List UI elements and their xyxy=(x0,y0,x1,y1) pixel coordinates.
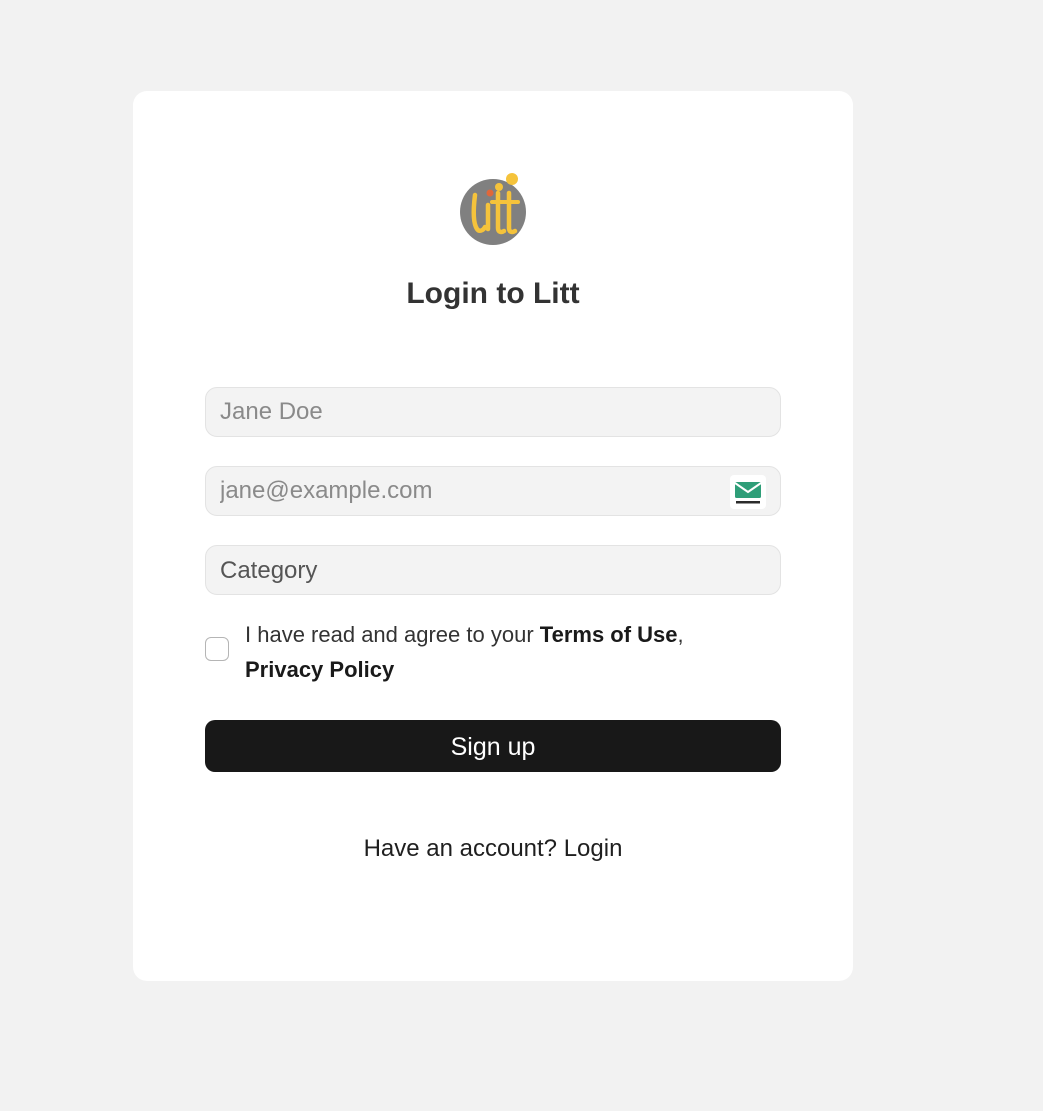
login-prompt-text: Have an account? xyxy=(363,835,558,862)
email-field-wrapper xyxy=(205,466,781,516)
agree-checkbox[interactable] xyxy=(205,637,229,661)
category-select-value: Category xyxy=(220,557,318,584)
agree-separator: , xyxy=(677,622,684,647)
terms-of-use-link[interactable]: Terms of Use xyxy=(540,622,678,647)
signup-card: Login to Litt Category I have read and a… xyxy=(133,91,853,981)
login-link[interactable]: Login xyxy=(564,835,623,862)
page-title: Login to Litt xyxy=(406,277,580,310)
sign-up-button[interactable]: Sign up xyxy=(205,720,781,772)
name-field-wrapper xyxy=(205,387,781,437)
litt-logo xyxy=(459,171,529,247)
email-input[interactable] xyxy=(206,467,780,515)
name-input[interactable] xyxy=(206,388,780,436)
tempmail-icon[interactable] xyxy=(730,475,766,509)
category-select[interactable]: Category xyxy=(205,545,781,595)
agree-prefix: I have read and agree to your xyxy=(245,622,534,647)
terms-agreement: I have read and agree to your Terms of U… xyxy=(205,617,785,687)
login-prompt: Have an account? Login xyxy=(133,835,853,863)
agree-text: I have read and agree to your Terms of U… xyxy=(245,617,765,687)
privacy-policy-link[interactable]: Privacy Policy xyxy=(245,657,394,682)
